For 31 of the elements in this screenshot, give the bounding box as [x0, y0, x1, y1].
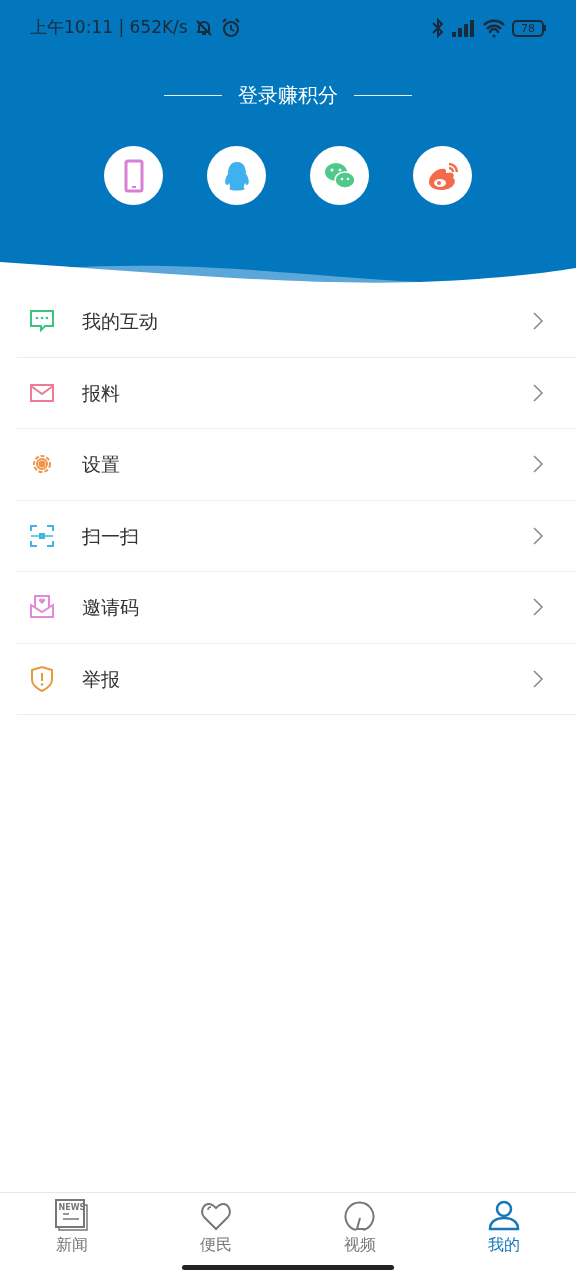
tab-bar-item[interactable]: 便民 — [144, 1199, 288, 1255]
chevron-right-icon — [532, 668, 544, 689]
login-title: 登录赚积分 — [238, 82, 338, 109]
menu-label: 报料 — [82, 380, 121, 406]
chevron-right-icon — [532, 525, 544, 546]
menu-label: 举报 — [82, 666, 121, 692]
chevron-right-icon — [532, 382, 544, 403]
user-icon — [487, 1199, 521, 1233]
chevron-right-icon — [532, 311, 544, 332]
play-circle-icon — [343, 1199, 377, 1233]
battery-icon: 78 — [512, 19, 546, 37]
tab-bar-item[interactable]: 我的 — [432, 1199, 576, 1255]
signal-icon — [450, 18, 476, 38]
bluetooth-icon — [432, 18, 444, 38]
chevron-right-icon — [532, 597, 544, 618]
bell-off-icon — [193, 18, 214, 38]
menu-label: 我的互动 — [82, 309, 159, 334]
tab-bar-item[interactable]: 视频 — [288, 1199, 432, 1255]
menu-item[interactable]: 报料 — [17, 357, 576, 429]
menu-item[interactable]: 邀请码 — [17, 572, 576, 644]
wifi-icon — [482, 18, 506, 38]
menu-item[interactable]: 扫一扫 — [17, 500, 576, 572]
shield-icon — [28, 664, 56, 693]
menu-item[interactable]: 我的互动 — [17, 286, 576, 358]
status-time: 上午10:11 | 652K/s — [30, 16, 188, 40]
menu-item[interactable]: 设置 — [17, 429, 576, 501]
chevron-right-icon — [532, 454, 544, 475]
menu-item[interactable]: 举报 — [17, 643, 576, 715]
menu-label: 设置 — [82, 452, 121, 477]
menu-label: 扫一扫 — [82, 523, 140, 549]
menu-label: 邀请码 — [82, 595, 140, 620]
